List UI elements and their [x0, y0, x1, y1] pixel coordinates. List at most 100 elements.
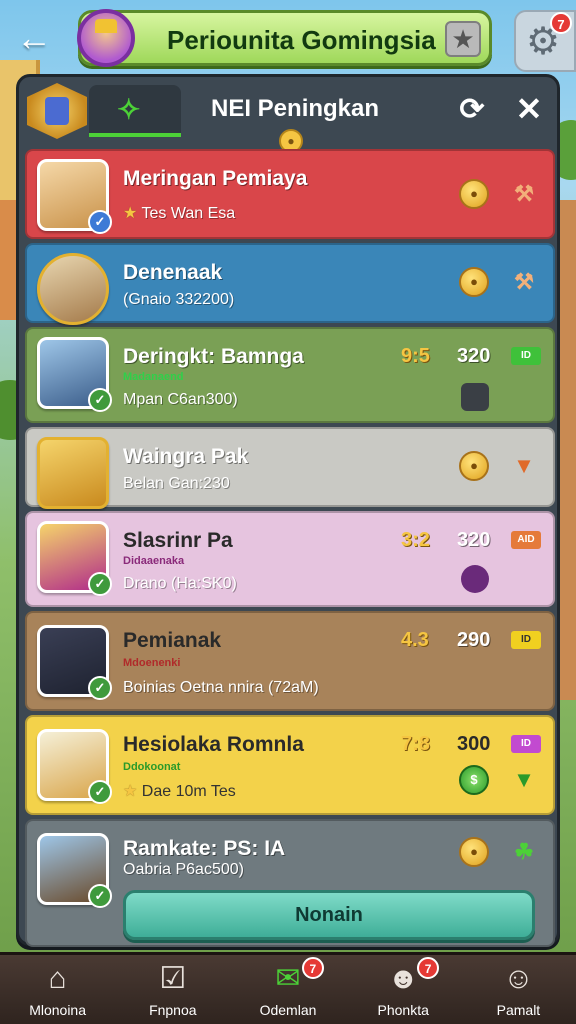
nav-label: Fnpnoa [149, 1002, 197, 1018]
player-detail: ★ Dae 10m Tes [123, 781, 236, 801]
leaf-icon[interactable]: ☘ [509, 837, 539, 867]
chest-icon [461, 383, 489, 411]
settings-button[interactable]: ⚙ 7 [514, 10, 576, 72]
avatar: ✓ [37, 521, 112, 596]
ranking-panel: ✧ NEI Peningkan ● ⟳ ✕ ✓ Meringan Pemiaya… [16, 74, 560, 947]
top-bar: ← Periounita Gomingsia ★ ⚙ 7 [0, 0, 576, 80]
player-detail: Boinias Oetna nnira (72aM) [123, 679, 319, 696]
score-value: 320 [457, 529, 491, 551]
player-name: Deringkt: Bamnga [123, 345, 304, 368]
tab-ranking[interactable]: ✧ [89, 85, 181, 137]
refresh-icon[interactable]: ⟳ [455, 93, 489, 127]
player-name: Ramkate: PS: IA [123, 837, 286, 860]
score-value: 290 [457, 629, 491, 651]
rank-tag: ID [511, 735, 541, 753]
notification-badge: 7 [417, 957, 440, 979]
rating-value: 9:5 [401, 345, 430, 367]
player-detail: Belan Gan:230 [123, 475, 230, 492]
bottom-navigation: ⌂ Mlonoina ☑ Fnpnoa ✉ 7 Odemlan ☻ 7 Phon… [0, 952, 576, 1024]
panel-header: ✧ NEI Peningkan ● ⟳ ✕ [19, 77, 557, 153]
profile-icon: ☺ [503, 962, 534, 995]
player-subtitle: Mdoenenki [123, 657, 181, 669]
notification-badge: 7 [550, 12, 572, 34]
player-name: Hesiolaka Romnla [123, 733, 304, 756]
title-banner: Periounita Gomingsia ★ [77, 9, 492, 67]
panel-title: NEI Peningkan [211, 95, 380, 122]
verified-icon: ✓ [88, 572, 112, 596]
page-title: Periounita Gomingsia [167, 25, 436, 55]
nav-label: Odemlan [259, 1002, 317, 1018]
nav-item-tasks[interactable]: ☑ Fnpnoa [115, 955, 230, 1024]
nav-item-friends[interactable]: ☻ 7 Phonkta [346, 955, 461, 1024]
hammer-icon[interactable]: ⚒ [509, 179, 539, 209]
player-detail: ★ Tes Wan Esa [123, 203, 235, 223]
player-name: Meringan Pemiaya [123, 167, 308, 190]
player-name: Denenaak [123, 261, 223, 284]
player-name: Pemianak [123, 629, 222, 652]
player-name: Slasrinr Pa [123, 529, 233, 552]
player-subtitle: Didaaenaka [123, 555, 185, 567]
close-icon[interactable]: ✕ [511, 91, 547, 127]
tag-icon: ✧ [117, 94, 141, 125]
detail-text: Tes Wan Esa [141, 205, 236, 222]
nav-item-chat[interactable]: ✉ 7 Odemlan [230, 955, 345, 1024]
player-detail: (Gnaio 332200) [123, 291, 235, 308]
nav-item-home[interactable]: ⌂ Mlonoina [0, 955, 115, 1024]
rating-value: 4.3 [401, 629, 429, 651]
back-arrow-icon[interactable]: ← [12, 18, 56, 58]
player-detail: Mpan C6an300) [123, 391, 238, 408]
avatar: ✓ [37, 729, 112, 804]
star-icon: ★ [123, 205, 138, 222]
score-value: 300 [457, 733, 491, 755]
list-item[interactable]: ✓ Pemianak Mdoenenki Boinias Oetna nnira… [25, 611, 555, 711]
friends-icon: ☻ [387, 962, 419, 995]
score-value: 320 [457, 345, 491, 367]
player-subtitle: Madanaend [123, 371, 184, 383]
avatar: ✓ [37, 625, 112, 700]
detail-text: Dae 10m Tes [141, 783, 236, 800]
verified-icon: ✓ [88, 780, 112, 804]
coin-icon: ● [459, 451, 489, 481]
tasks-icon: ☑ [159, 962, 187, 995]
rank-tag: ID [511, 631, 541, 649]
list-item[interactable]: ✓ Slasrinr Pa Didaaenaka Drano (Ha:SK0) … [25, 511, 555, 607]
list-item[interactable]: Waingra Pak Belan Gan:230 ● ▼ [25, 427, 555, 509]
nav-label: Pamalt [496, 1002, 541, 1018]
player-avatar[interactable] [77, 9, 135, 67]
verified-icon: ✓ [88, 676, 112, 700]
nav-item-profile[interactable]: ☺ Pamalt [461, 955, 576, 1024]
notification-badge: 7 [301, 957, 324, 979]
player-detail: Drano (Ha:SK0) [123, 575, 237, 592]
avatar: ✓ [37, 337, 112, 412]
shield-emblem-icon [27, 83, 87, 139]
list-item[interactable]: Denenaak (Gnaio 332200) ● ⚒ [25, 243, 555, 325]
confirm-button[interactable]: Nonain [123, 890, 535, 940]
pin-icon[interactable]: ▼ [509, 765, 539, 795]
chat-icon: ✉ [275, 962, 301, 995]
list-item[interactable]: ✓ Hesiolaka Romnla Ddokoonat ★ Dae 10m T… [25, 715, 555, 815]
coin-icon: $ [459, 765, 489, 795]
player-name: Waingra Pak [123, 445, 249, 468]
player-detail: Oabria P6ac500) [123, 861, 244, 878]
star-icon[interactable]: ★ [445, 21, 481, 57]
rating-value: 3:2 [401, 529, 430, 551]
avatar [37, 437, 109, 509]
rank-tag: AID [511, 531, 541, 549]
avatar: ✓ [37, 159, 112, 234]
gem-icon [461, 565, 489, 593]
nav-label: Mlonoina [29, 1002, 87, 1018]
coin-icon: ● [459, 179, 489, 209]
nav-label: Phonkta [377, 1002, 429, 1018]
avatar: ✓ [37, 833, 112, 908]
verified-icon: ✓ [88, 388, 112, 412]
hammer-icon[interactable]: ⚒ [509, 267, 539, 297]
avatar [37, 253, 109, 325]
list-item[interactable]: ✓ Deringkt: Bamnga Madanaend Mpan C6an30… [25, 327, 555, 423]
carrot-icon[interactable]: ▼ [509, 451, 539, 481]
coin-icon: ● [459, 267, 489, 297]
verified-icon: ✓ [88, 210, 112, 234]
star-icon: ★ [123, 783, 138, 800]
list-item[interactable]: ✓ Meringan Pemiaya ★ Tes Wan Esa ● ⚒ [25, 149, 555, 239]
player-subtitle: Ddokoonat [123, 761, 181, 773]
rank-tag: ID [511, 347, 541, 365]
